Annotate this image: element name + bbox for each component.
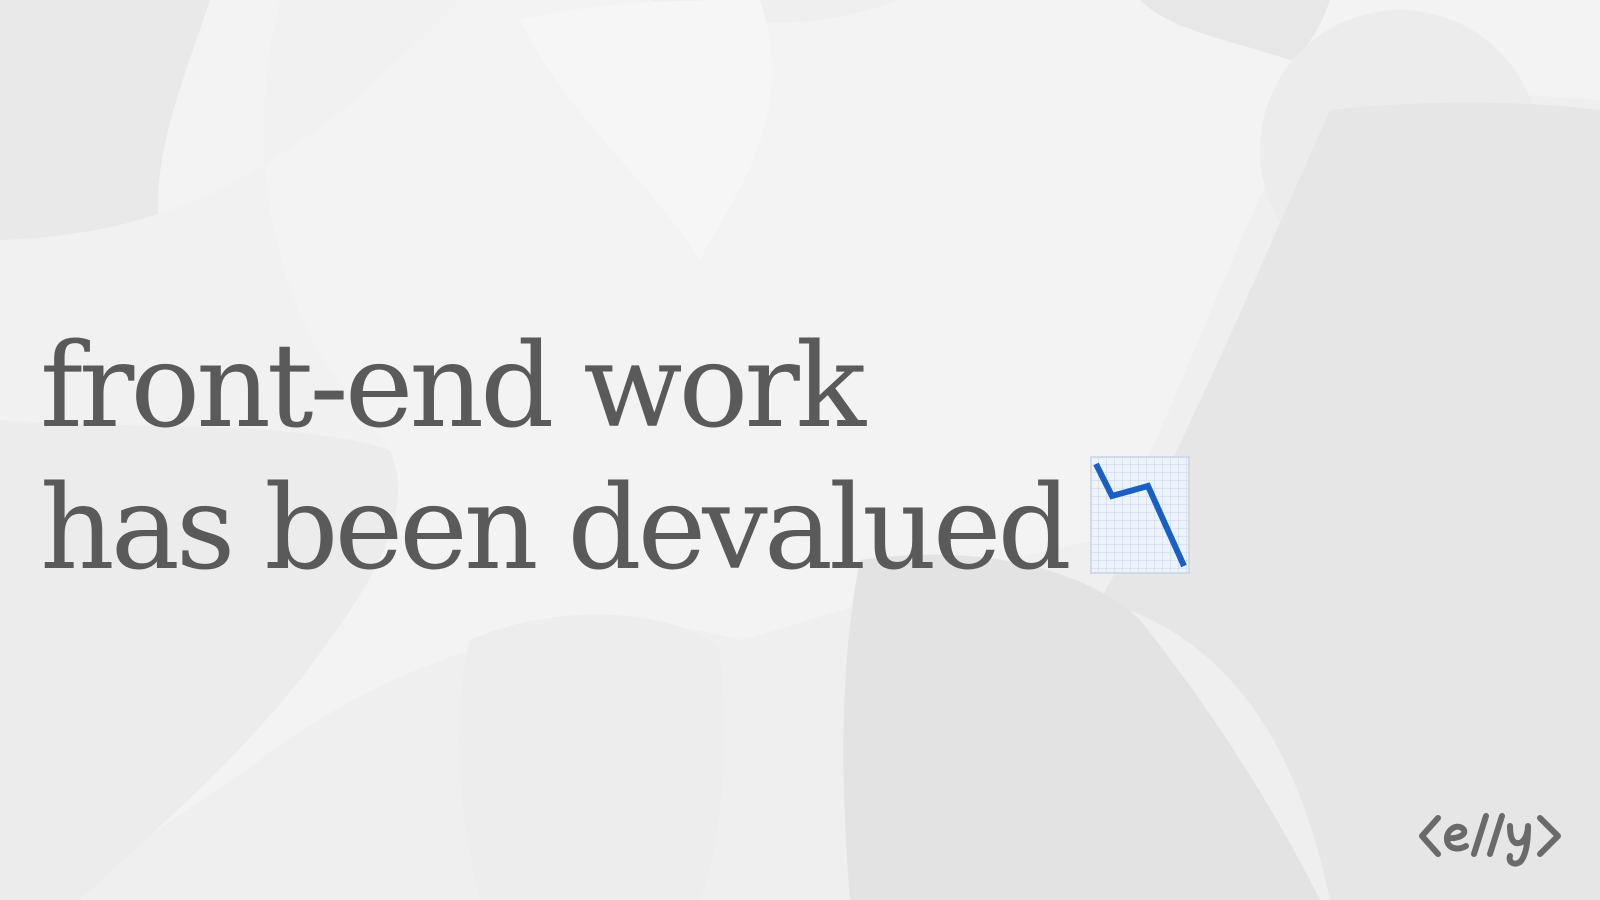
headline-line-2-text: has been devalued [40, 461, 1072, 596]
headline-line-1: front-end work [40, 319, 866, 454]
headline-line-2: has been devalued [40, 456, 1190, 598]
elly-logo [1418, 812, 1580, 876]
chart-decreasing-icon [1089, 456, 1190, 574]
headline: front-end work has been devalued [40, 318, 1190, 598]
